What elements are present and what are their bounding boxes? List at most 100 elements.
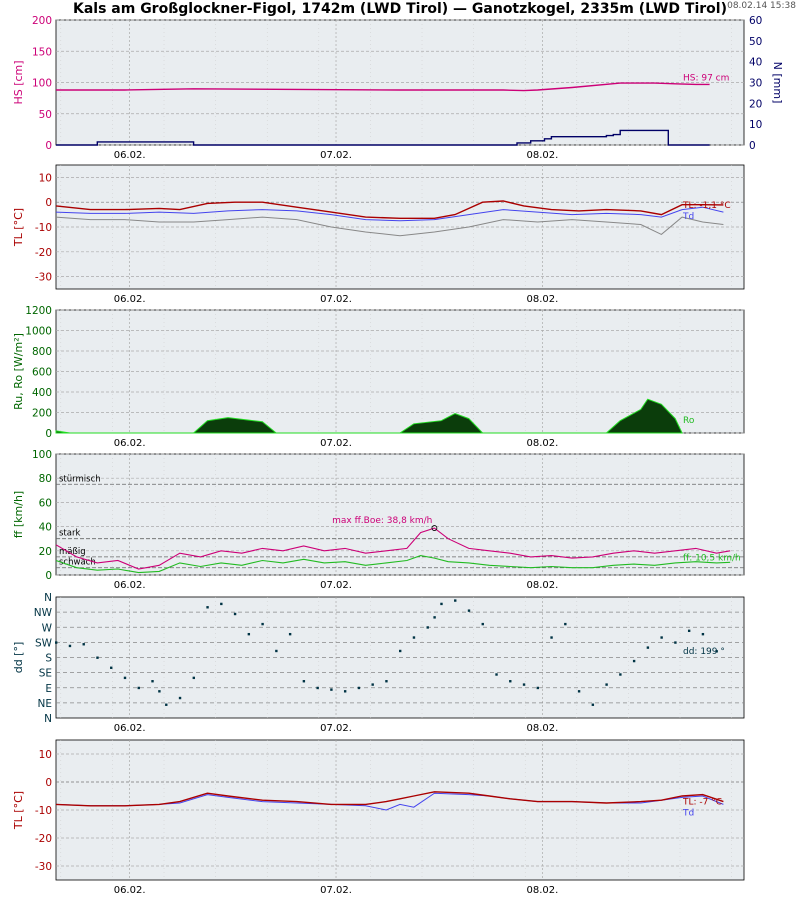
wind-dir-point <box>357 686 361 690</box>
y-tick-label: SW <box>35 637 53 649</box>
mean-wind-label: ff: 10,5 km/h <box>683 553 741 563</box>
wind-dir-point <box>192 676 195 680</box>
wind-dir-point <box>605 683 608 686</box>
x-tick-label: 08.02. <box>527 885 559 896</box>
y-tick-label: 0 <box>45 140 52 152</box>
wind-dir-point <box>316 686 319 690</box>
y-tick-label: 50 <box>39 109 52 121</box>
y2-tick-label: 0 <box>749 140 756 152</box>
y-axis-label: HS [cm] <box>12 60 25 104</box>
wind-dir-point <box>220 602 223 606</box>
wind-dir-point <box>467 609 471 612</box>
wind-dir-point <box>178 696 182 700</box>
threshold-label: schwach <box>59 558 96 568</box>
wind-dir-point <box>646 646 650 649</box>
y-tick-label: N <box>44 713 52 725</box>
panel-temp1: 06.02. 07.02. 08.02. 10 0 -10 -20 -30 TL [°C] TL:… <box>12 164 745 305</box>
y2-tick-label: 50 <box>749 36 762 48</box>
wind-dir-point <box>233 612 237 616</box>
td-annotation: Td <box>682 809 694 819</box>
wind-dir-point <box>275 649 278 653</box>
wind-dir-point <box>577 690 581 693</box>
dd-annotation: dd: 199 ° <box>683 647 725 657</box>
y-tick-label: 0 <box>45 197 52 209</box>
y-tick-label: NW <box>34 607 53 619</box>
wind-dir-point <box>343 690 347 693</box>
wind-dir-point <box>302 680 306 683</box>
y-tick-label: 100 <box>32 449 52 461</box>
wind-dir-point <box>687 629 691 633</box>
wind-dir-point <box>454 599 457 602</box>
td-annotation: Td <box>682 212 694 222</box>
y-tick-label: 10 <box>39 172 52 184</box>
x-tick-label: 06.02. <box>114 885 146 896</box>
wind-dir-point <box>158 690 161 693</box>
wind-dir-point <box>123 676 127 680</box>
panel-radiation: 06.02. 07.02. 08.02. 0 200 400 600 800 1000 1200 R… <box>12 305 745 449</box>
x-tick-label: 07.02. <box>320 294 352 305</box>
y-axis-label: ff [km/h] <box>12 491 25 538</box>
meteogram: 06.02. 07.02. 08.02.050100150200HS [cm]010… <box>12 15 784 896</box>
wind-dir-point <box>550 636 553 639</box>
y-tick-label: 200 <box>32 15 52 27</box>
max-gust-label: max ff.Boe: 38,8 km/h <box>332 516 432 526</box>
y-tick-label: 60 <box>39 497 52 509</box>
wind-dir-point <box>261 622 264 626</box>
x-tick-label: 06.02. <box>114 294 146 305</box>
wind-dir-point <box>509 680 512 683</box>
wind-dir-point <box>674 641 677 644</box>
tl-annotation: TL: -1,1 °C <box>682 201 731 211</box>
wind-dir-point <box>522 683 526 686</box>
wind-dir-point <box>330 688 333 691</box>
y2-tick-label: 10 <box>749 119 762 131</box>
y-tick-label: 10 <box>39 749 52 761</box>
wind-dir-point <box>591 703 595 706</box>
y-tick-label: -20 <box>35 833 52 845</box>
y-tick-label: 150 <box>32 46 52 58</box>
x-tick-label: 07.02. <box>320 580 352 591</box>
y-axis-label: dd [°] <box>12 642 25 674</box>
x-tick-label: 08.02. <box>527 438 559 449</box>
wind-dir-point <box>619 673 622 676</box>
y-tick-label: 40 <box>39 522 52 534</box>
y-tick-label: SE <box>39 668 52 680</box>
wind-dir-point <box>701 632 705 636</box>
tl-annotation: TL: -7 °C <box>682 798 722 808</box>
wind-dir-point <box>206 606 209 609</box>
y-tick-label: 1200 <box>25 305 52 317</box>
y-tick-label: E <box>45 683 52 695</box>
y2-tick-label: 40 <box>749 57 762 69</box>
panel-background <box>55 164 745 290</box>
panel-winddir: 06.02. 07.02. 08.02. dd [°] N NE E SE S SW W NW Ndd:… <box>12 592 745 734</box>
wind-dir-point <box>385 680 388 683</box>
x-tick-label: 07.02. <box>320 723 352 734</box>
x-tick-label: 06.02. <box>114 438 146 449</box>
x-tick-label: 08.02. <box>527 723 559 734</box>
y-tick-label: -30 <box>35 272 52 284</box>
y-tick-label: NE <box>38 698 53 710</box>
x-tick-label: 08.02. <box>527 294 559 305</box>
wind-dir-point <box>68 644 72 648</box>
y-tick-label: 400 <box>32 387 52 399</box>
wind-dir-point <box>110 666 113 669</box>
y-tick-label: 80 <box>39 473 52 485</box>
y-tick-label: -10 <box>35 805 52 817</box>
x-tick-label: 06.02. <box>114 150 146 161</box>
wind-dir-point <box>440 602 443 606</box>
ro-annotation: Ro <box>683 416 695 426</box>
threshold-label: stürmisch <box>59 474 101 484</box>
y-tick-label: 1000 <box>25 326 52 338</box>
y2-tick-label: 20 <box>749 98 762 110</box>
x-tick-label: 07.02. <box>320 438 352 449</box>
y-tick-label: -10 <box>35 222 52 234</box>
wind-dir-point <box>412 636 416 639</box>
wind-dir-point <box>660 636 663 639</box>
y-tick-label: -30 <box>35 861 52 873</box>
y-tick-label: 800 <box>32 346 52 358</box>
wind-dir-point <box>137 686 140 690</box>
y-tick-label: N <box>44 592 52 604</box>
hs-annotation: HS: 97 cm <box>683 73 729 83</box>
wind-dir-point <box>151 680 154 683</box>
wind-dir-point <box>55 641 58 644</box>
y-axis-label: Ru, Ro [W/m²] <box>12 333 25 410</box>
